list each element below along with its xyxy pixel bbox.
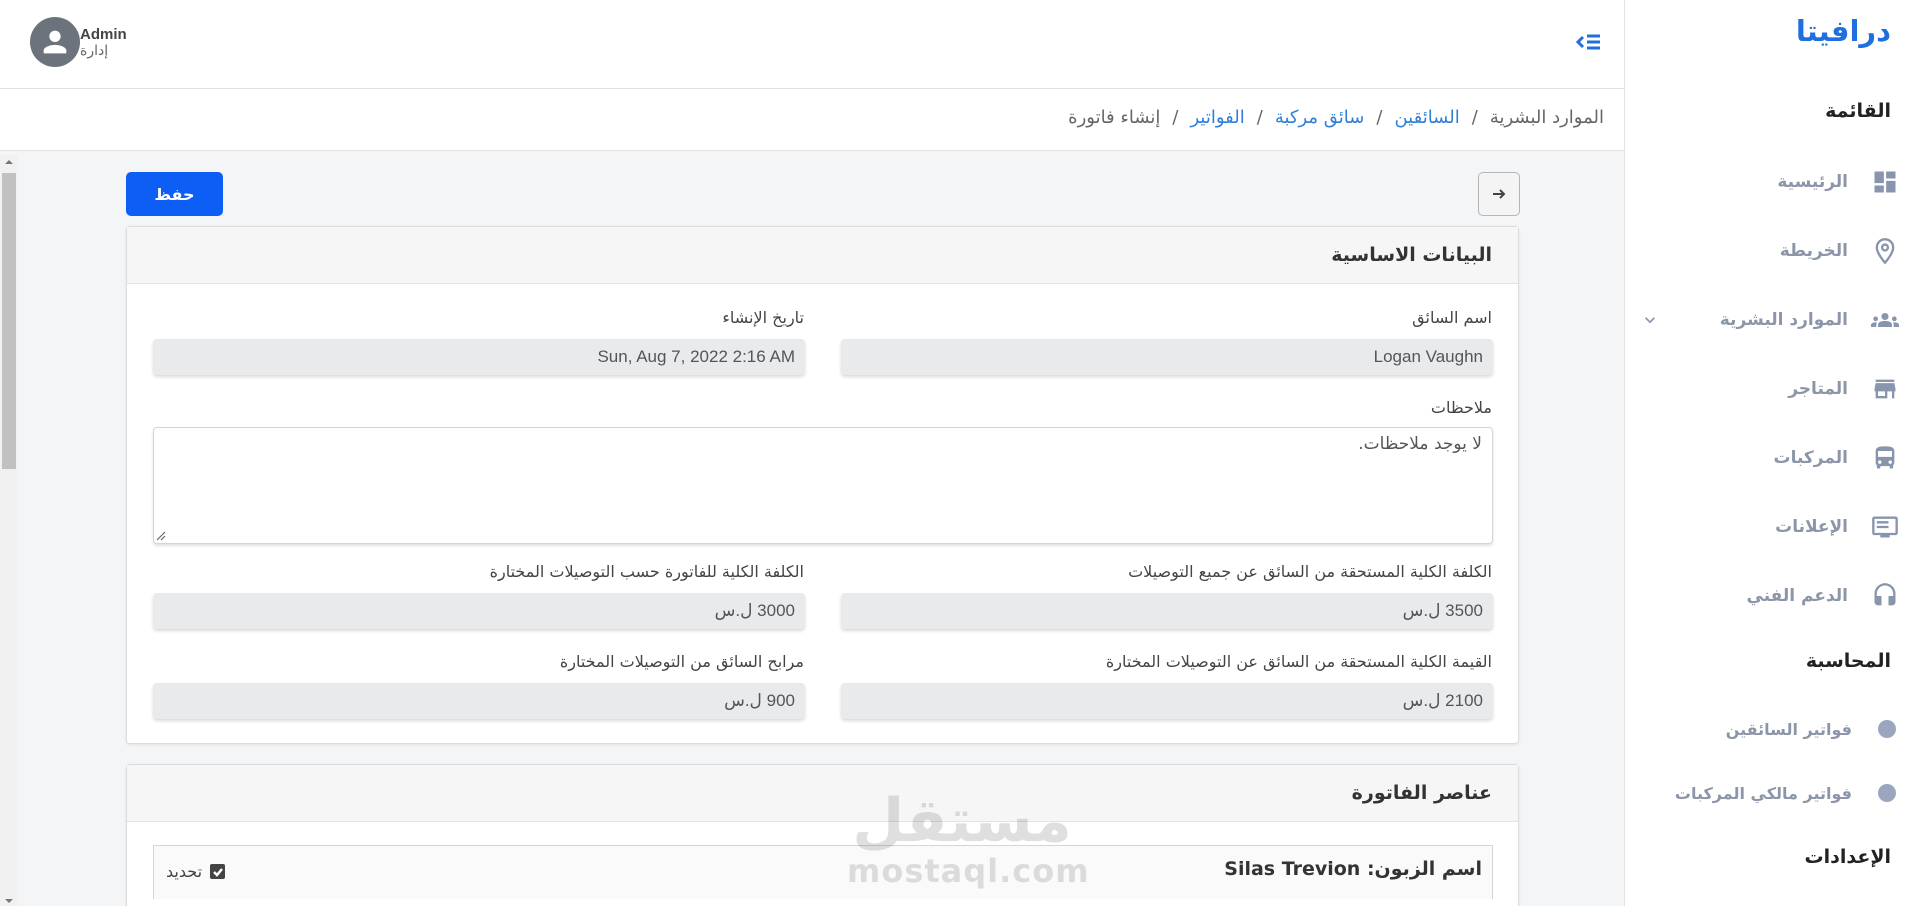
breadcrumb-link-vehicle-driver[interactable]: سائق مركبة <box>1275 107 1365 128</box>
notes-textarea[interactable]: لا يوجد ملاحظات. <box>153 427 1493 544</box>
sidebar-item-support[interactable]: الدعم الفني <box>1640 576 1900 616</box>
breadcrumb-current: إنشاء فاتورة <box>1068 107 1161 128</box>
breadcrumb-link-invoices[interactable]: الفواتير <box>1190 107 1244 128</box>
select-label: تحديد <box>166 862 203 881</box>
breadcrumb-separator: / <box>1172 107 1179 128</box>
topbar: Admin إدارة <box>0 0 1624 89</box>
sidebar-item-label: المركبات <box>1773 448 1848 468</box>
driver-name-label: اسم السائق <box>1412 308 1492 327</box>
scrollbar[interactable] <box>0 155 18 906</box>
scrollbar-thumb[interactable] <box>2 173 16 469</box>
user-menu[interactable]: Admin إدارة <box>20 17 127 67</box>
save-button[interactable]: حفظ <box>126 172 223 216</box>
avatar[interactable] <box>30 17 80 67</box>
menu-section-title: القائمة <box>1825 100 1891 122</box>
created-at-field[interactable]: Sun, Aug 7, 2022 2:16 AM <box>153 339 805 375</box>
breadcrumb-link-drivers[interactable]: السائقين <box>1394 107 1459 128</box>
accounting-section-title: المحاسبة <box>1805 650 1891 672</box>
menu-collapse-icon[interactable] <box>1574 27 1604 57</box>
monitor-icon <box>1870 512 1900 542</box>
customer-value: Silas Trevion <box>1224 858 1361 880</box>
scroll-down-icon <box>5 899 13 903</box>
created-at-label: تاريخ الإنشاء <box>722 308 804 327</box>
total-invoice-selected-field[interactable]: 3000 ل.س <box>153 593 805 629</box>
user-name: Admin <box>80 25 127 43</box>
people-icon <box>1870 305 1900 335</box>
chevron-down-icon[interactable] <box>1640 310 1660 330</box>
resize-grip-icon <box>156 531 166 541</box>
bus-icon <box>1870 443 1900 473</box>
card-title: البيانات الاساسية <box>127 227 1518 284</box>
driver-profit-field[interactable]: 900 ل.س <box>153 683 805 719</box>
scroll-up-icon <box>5 160 13 164</box>
select-checkbox-group[interactable]: تحديد <box>166 862 226 881</box>
user-info: Admin إدارة <box>80 26 127 59</box>
sidebar-item-driver-invoices[interactable]: فواتير السائقين <box>1640 709 1900 749</box>
invoice-item-row: اسم الزبون: Silas Trevion تحديد <box>153 845 1493 899</box>
total-due-selected-field[interactable]: 2100 ل.س <box>841 683 1493 719</box>
breadcrumb-separator: / <box>1256 107 1263 128</box>
arrow-right-icon <box>1493 189 1506 199</box>
driver-name-field[interactable]: Logan Vaughn <box>841 339 1493 375</box>
sidebar-item-vehicles[interactable]: المركبات <box>1640 438 1900 478</box>
driver-profit-label: مرابح السائق من التوصيلات المختارة <box>559 652 804 671</box>
sidebar-item-ads[interactable]: الإعلانات <box>1640 507 1900 547</box>
sidebar-item-home[interactable]: الرئيسية <box>1640 162 1900 202</box>
customer-label: اسم الزبون: <box>1366 858 1482 880</box>
user-role: إدارة <box>80 42 109 59</box>
breadcrumb-separator: / <box>1376 107 1383 128</box>
notes-text: لا يوجد ملاحظات. <box>1358 434 1482 454</box>
sidebar-item-owner-invoices[interactable]: فواتير مالكي المركبات <box>1640 773 1900 813</box>
breadcrumb-item-hr: الموارد البشرية <box>1489 107 1604 128</box>
store-icon <box>1870 374 1900 404</box>
sidebar-item-label: الإعلانات <box>1775 517 1848 537</box>
sidebar-item-label: فواتير السائقين <box>1725 719 1852 739</box>
breadcrumb-bar: الموارد البشرية / السائقين / سائق مركبة … <box>0 89 1624 151</box>
breadcrumb: الموارد البشرية / السائقين / سائق مركبة … <box>1068 107 1604 128</box>
sidebar-item-stores[interactable]: المتاجر <box>1640 369 1900 409</box>
sidebar-item-label: المتاجر <box>1788 379 1848 399</box>
total-invoice-selected-label: الكلفة الكلية للفاتورة حسب التوصيلات الم… <box>489 562 804 581</box>
map-pin-icon <box>1870 236 1900 266</box>
check-icon <box>212 867 223 877</box>
customer-name: اسم الزبون: Silas Trevion <box>1224 858 1482 880</box>
sidebar-item-label: الموارد البشرية <box>1719 310 1848 330</box>
breadcrumb-separator: / <box>1471 107 1478 128</box>
basic-info-card: البيانات الاساسية اسم السائق Logan Vaugh… <box>126 226 1519 744</box>
sidebar: درافيتا القائمة الرئيسية الخريطة الموارد… <box>1624 0 1920 906</box>
notes-label: ملاحظات <box>1430 398 1492 417</box>
sidebar-item-map[interactable]: الخريطة <box>1640 231 1900 271</box>
headset-icon <box>1870 581 1900 611</box>
bullet-icon <box>1878 720 1896 738</box>
total-due-all-label: الكلفة الكلية المستحقة من السائق عن جميع… <box>1128 562 1492 581</box>
user-icon <box>43 30 67 54</box>
sidebar-item-label: الدعم الفني <box>1746 586 1848 606</box>
sidebar-item-label: فواتير مالكي المركبات <box>1674 783 1852 803</box>
total-due-selected-label: القيمة الكلية المستحقة من السائق عن التو… <box>1105 652 1492 671</box>
invoice-items-card: عناصر الفاتورة اسم الزبون: Silas Trevion… <box>126 764 1519 906</box>
bullet-icon <box>1878 784 1896 802</box>
dashboard-icon <box>1870 167 1900 197</box>
settings-section-title: الإعدادات <box>1804 846 1891 868</box>
brand-logo[interactable]: درافيتا <box>1796 14 1891 48</box>
back-button[interactable] <box>1478 172 1520 216</box>
sidebar-item-label: الخريطة <box>1779 241 1848 261</box>
total-due-all-field[interactable]: 3500 ل.س <box>841 593 1493 629</box>
select-checkbox[interactable] <box>210 864 226 879</box>
sidebar-item-label: الرئيسية <box>1777 172 1848 192</box>
sidebar-item-hr[interactable]: الموارد البشرية <box>1640 300 1900 340</box>
card-title: عناصر الفاتورة <box>127 765 1518 822</box>
